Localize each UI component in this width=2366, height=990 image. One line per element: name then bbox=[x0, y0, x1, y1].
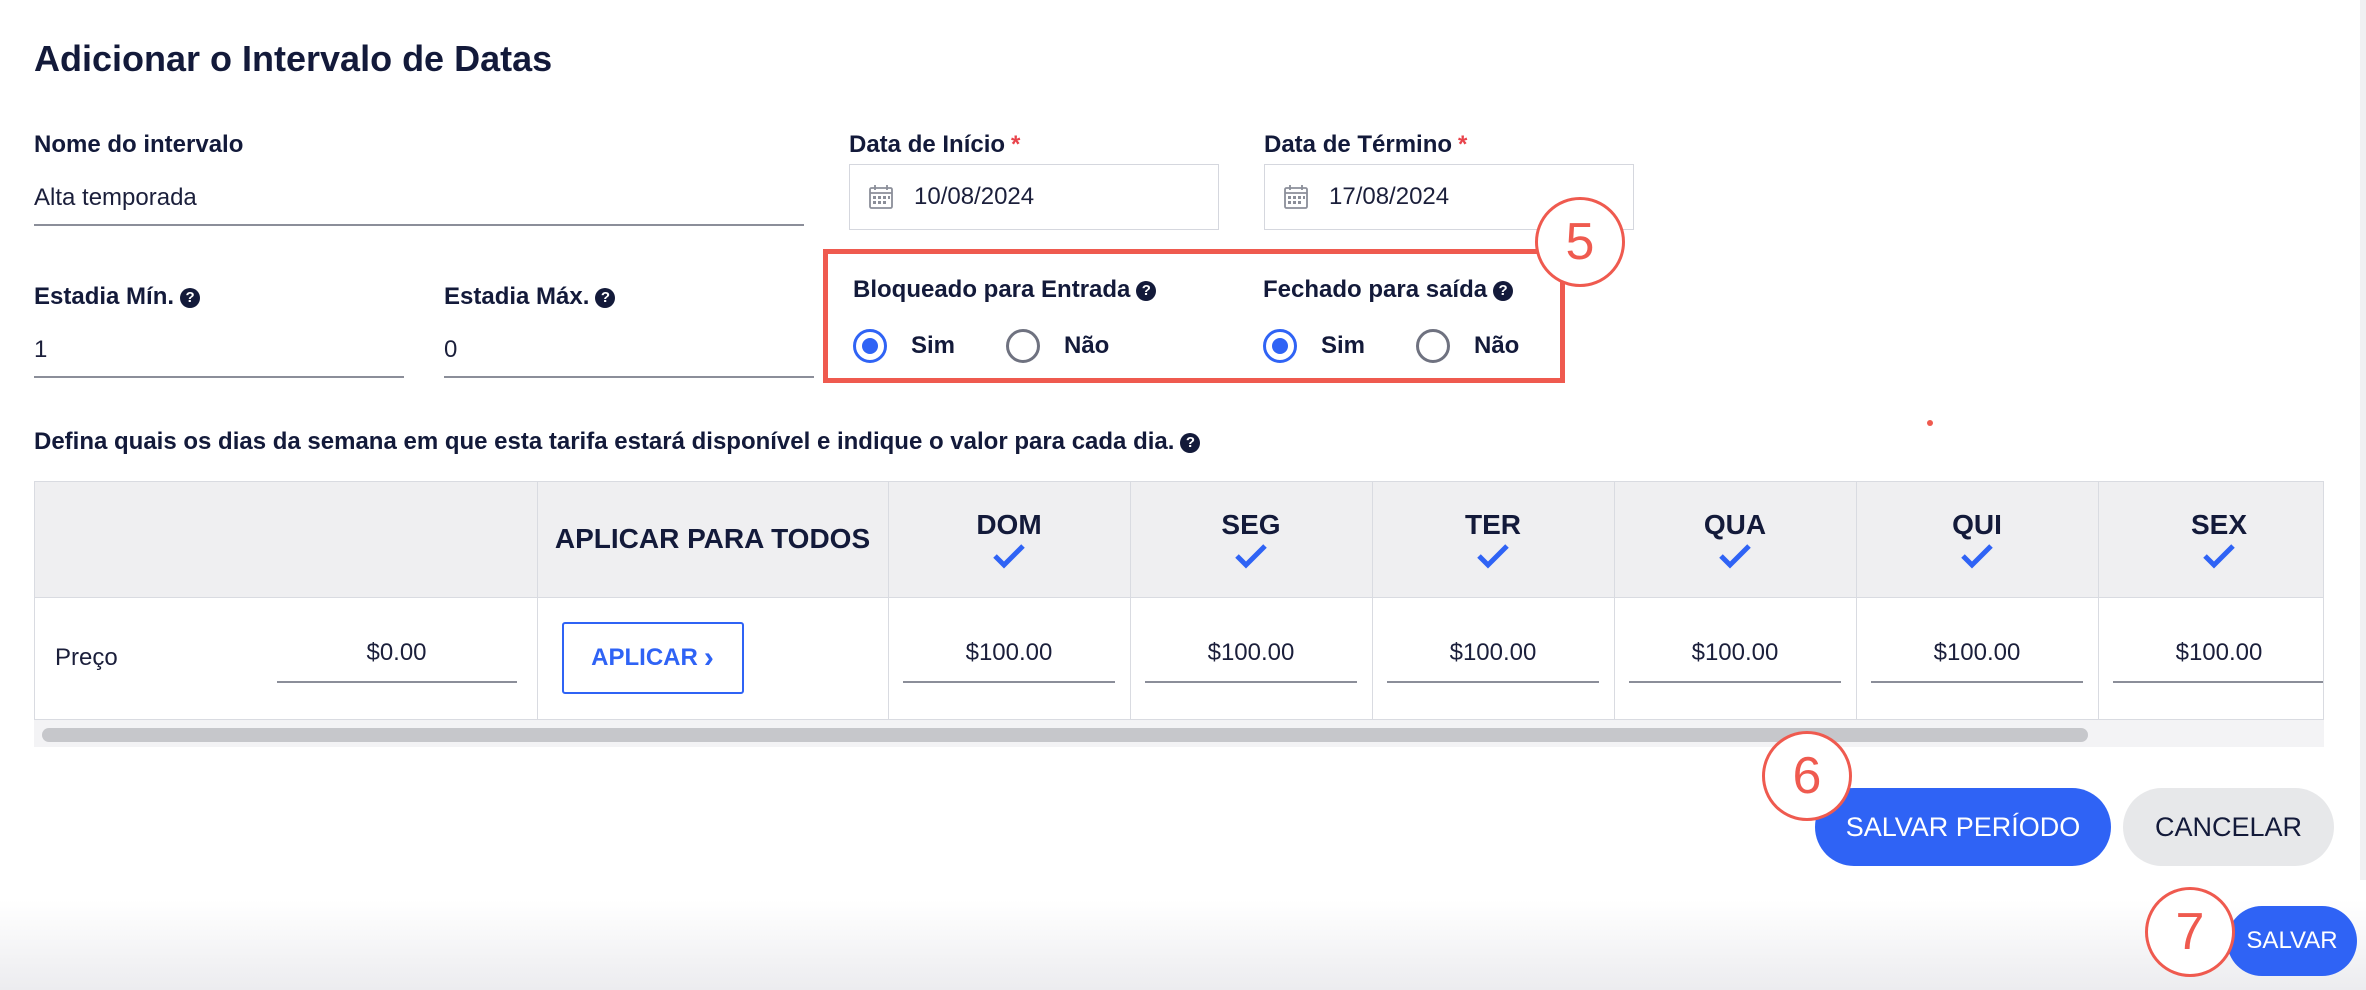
start-date-value: 10/08/2024 bbox=[914, 183, 1035, 210]
price-input-seg[interactable]: $100.00 bbox=[1144, 633, 1358, 684]
cancel-button[interactable]: CANCELAR bbox=[2123, 788, 2334, 866]
price-label-cell: Preço $0.00 bbox=[35, 597, 538, 719]
price-row: Preço $0.00 APLICAR › $100.00 $100.00 $10… bbox=[35, 597, 2323, 719]
start-date-input[interactable]: 10/08/2024 bbox=[849, 164, 1219, 230]
annotation-callout-5: 5 bbox=[1535, 197, 1625, 287]
day-label: QUA bbox=[1703, 509, 1767, 541]
min-stay-label: Estadia Mín.? bbox=[34, 283, 201, 311]
date-range-dialog: Adicionar o Intervalo de Datas Nome do i… bbox=[0, 0, 2366, 990]
end-date-label-text: Data de Término bbox=[1264, 131, 1453, 158]
price-input-qua[interactable]: $100.00 bbox=[1628, 633, 1842, 684]
grid-header-empty bbox=[35, 482, 538, 598]
day-label: TER bbox=[1465, 509, 1521, 541]
day-label: DOM bbox=[976, 509, 1042, 541]
day-label: SEG bbox=[1221, 509, 1281, 541]
grid-header-row: APLICAR PARA TODOS DOM SEG TER QUA QUI S… bbox=[35, 482, 2323, 598]
price-input-qui[interactable]: $100.00 bbox=[1870, 633, 2084, 684]
price-input-sex[interactable]: $100.00 bbox=[2112, 633, 2323, 684]
calendar-icon bbox=[869, 185, 893, 209]
right-edge bbox=[2360, 0, 2366, 880]
apply-all-button[interactable]: APLICAR › bbox=[561, 622, 744, 695]
day-header-sex[interactable]: SEX bbox=[2098, 482, 2323, 598]
price-input-ter[interactable]: $100.00 bbox=[1386, 633, 1600, 684]
help-icon[interactable]: ? bbox=[595, 288, 616, 308]
price-input-dom[interactable]: $100.00 bbox=[902, 633, 1116, 684]
annotation-dot bbox=[1927, 420, 1933, 426]
day-header-ter[interactable]: TER bbox=[1372, 482, 1615, 598]
base-price-input[interactable]: $0.00 bbox=[276, 633, 517, 684]
weekday-instruction: Defina quais os dias da semana em que es… bbox=[34, 428, 1201, 456]
help-icon[interactable]: ? bbox=[1180, 433, 1201, 453]
checkmark-icon bbox=[1235, 544, 1267, 569]
save-period-label: SALVAR PERÍODO bbox=[1845, 811, 2081, 842]
min-stay-value: 1 bbox=[34, 336, 48, 363]
price-table: APLICAR PARA TODOS DOM SEG TER QUA QUI S… bbox=[35, 482, 2323, 719]
checkmark-icon bbox=[1719, 544, 1751, 569]
day-header-qua[interactable]: QUA bbox=[1614, 482, 1857, 598]
annotation-callout-7: 7 bbox=[2145, 887, 2235, 977]
range-name-value: Alta temporada bbox=[34, 184, 197, 211]
max-stay-label-text: Estadia Máx. bbox=[444, 283, 590, 310]
end-date-label: Data de Término * bbox=[1264, 131, 1467, 159]
day-header-seg[interactable]: SEG bbox=[1130, 482, 1373, 598]
price-cell-qua: $100.00 bbox=[1614, 597, 1857, 719]
range-name-label: Nome do intervalo bbox=[34, 131, 243, 159]
start-date-label: Data de Início * bbox=[849, 131, 1020, 159]
apply-button-label: APLICAR bbox=[591, 644, 698, 672]
day-header-qui[interactable]: QUI bbox=[1856, 482, 2099, 598]
max-stay-value: 0 bbox=[444, 336, 458, 363]
end-date-value: 17/08/2024 bbox=[1329, 183, 1450, 210]
checkmark-icon bbox=[2203, 544, 2235, 569]
day-label: SEX bbox=[2190, 509, 2248, 541]
help-icon[interactable]: ? bbox=[180, 288, 201, 308]
horizontal-scrollbar[interactable] bbox=[34, 719, 2324, 747]
range-name-label-text: Nome do intervalo bbox=[34, 131, 244, 158]
start-date-label-text: Data de Início bbox=[849, 131, 1006, 158]
price-cell-ter: $100.00 bbox=[1372, 597, 1615, 719]
price-cell-sex: $100.00 bbox=[2098, 597, 2323, 719]
annotation-callout-6: 6 bbox=[1762, 731, 1852, 821]
min-stay-input[interactable]: 1 bbox=[34, 336, 404, 378]
day-header-dom[interactable]: DOM bbox=[888, 482, 1131, 598]
checkmark-icon bbox=[1477, 544, 1509, 569]
apply-all-header: APLICAR PARA TODOS bbox=[537, 482, 889, 598]
range-name-input[interactable]: Alta temporada bbox=[34, 184, 804, 226]
calendar-icon bbox=[1284, 185, 1308, 209]
price-label: Preço bbox=[55, 644, 118, 672]
save-label: SALVAR bbox=[2246, 927, 2338, 954]
max-stay-label: Estadia Máx.? bbox=[444, 283, 616, 311]
required-asterisk: * bbox=[1011, 131, 1021, 158]
apply-all-cell: APLICAR › bbox=[537, 597, 889, 719]
page-title: Adicionar o Intervalo de Datas bbox=[34, 38, 553, 79]
checkmark-icon bbox=[993, 544, 1025, 569]
weekday-instruction-text: Defina quais os dias da semana em que es… bbox=[34, 428, 1175, 455]
save-button[interactable]: SALVAR bbox=[2227, 906, 2357, 976]
weekday-price-grid: APLICAR PARA TODOS DOM SEG TER QUA QUI S… bbox=[34, 481, 2324, 747]
min-stay-label-text: Estadia Mín. bbox=[34, 283, 175, 310]
checkmark-icon bbox=[1961, 544, 1993, 569]
day-label: QUI bbox=[1952, 509, 2002, 541]
price-cell-seg: $100.00 bbox=[1130, 597, 1373, 719]
cancel-label: CANCELAR bbox=[2154, 811, 2303, 842]
price-cell-qui: $100.00 bbox=[1856, 597, 2099, 719]
annotation-highlight-box bbox=[823, 249, 1565, 383]
price-cell-dom: $100.00 bbox=[888, 597, 1131, 719]
bottom-shadow bbox=[0, 900, 2366, 990]
max-stay-input[interactable]: 0 bbox=[444, 336, 814, 378]
save-period-button[interactable]: SALVAR PERÍODO bbox=[1815, 788, 2111, 866]
chevron-right-icon: › bbox=[703, 641, 714, 675]
required-asterisk: * bbox=[1458, 131, 1468, 158]
